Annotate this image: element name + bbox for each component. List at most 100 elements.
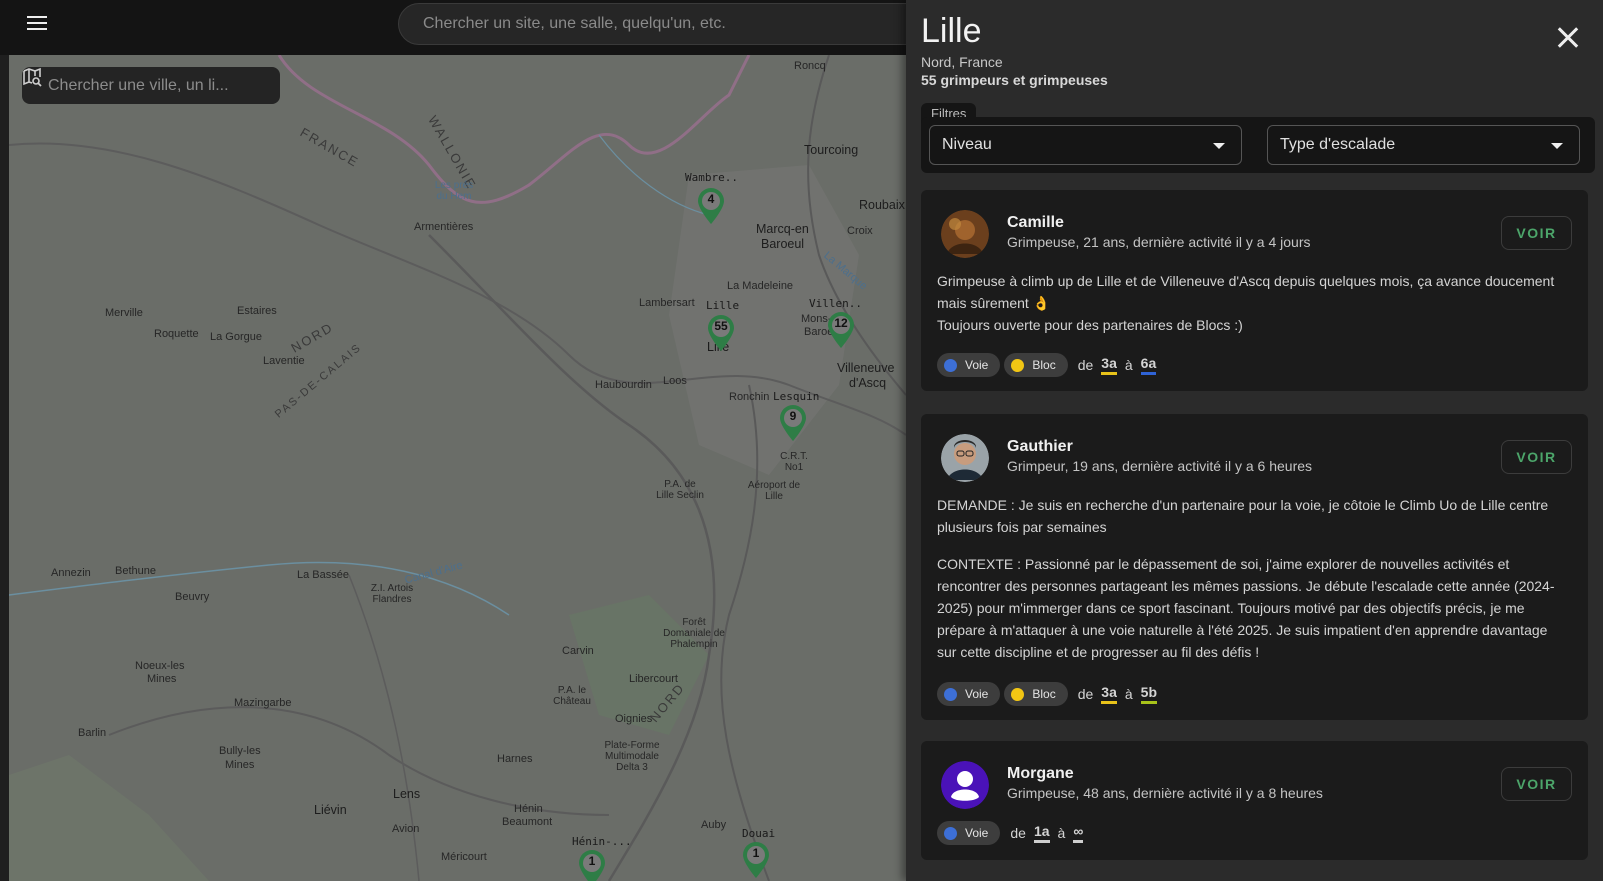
city-search-field[interactable] bbox=[22, 67, 280, 104]
level-to: 6a bbox=[1140, 355, 1157, 375]
climber-card: Morgane Grimpeuse, 48 ans, dernière acti… bbox=[921, 741, 1588, 860]
voir-button[interactable]: VOIR bbox=[1501, 767, 1572, 801]
place-label: Loos bbox=[663, 375, 687, 387]
marker-label: Douai bbox=[742, 827, 776, 840]
map-search-icon bbox=[23, 67, 42, 87]
marker-count: 1 bbox=[588, 854, 596, 868]
place-label: Marcq-en bbox=[756, 222, 809, 236]
range-from-label: de bbox=[1077, 357, 1094, 373]
place-label: La Madeleine bbox=[727, 280, 794, 292]
water-label: Les prés du Hem bbox=[434, 180, 474, 202]
place-label: Lens bbox=[393, 787, 421, 801]
yellow-dot-icon bbox=[1011, 358, 1025, 372]
range-from-label: de bbox=[1010, 825, 1026, 841]
place-label: Haubourdin bbox=[595, 379, 652, 391]
place-label: Noeux-les bbox=[135, 660, 185, 672]
blue-dot-icon bbox=[944, 687, 957, 701]
marker-count: 55 bbox=[714, 319, 728, 333]
marker-count: 4 bbox=[707, 192, 715, 206]
marker-label: Wambre.. bbox=[685, 171, 738, 184]
climber-card: Gauthier Grimpeur, 19 ans, dernière acti… bbox=[921, 414, 1588, 720]
range-to-label: à bbox=[1124, 686, 1133, 702]
marker-count: 12 bbox=[834, 316, 848, 330]
hamburger-menu-icon[interactable] bbox=[24, 12, 50, 34]
default-avatar-icon bbox=[941, 761, 989, 809]
map-marker[interactable]: 4 bbox=[696, 187, 726, 225]
place-label: Libercourt bbox=[629, 673, 678, 685]
place-label: Merville bbox=[105, 307, 143, 319]
map-background bbox=[9, 55, 906, 881]
bloc-chip: Bloc bbox=[1004, 682, 1068, 706]
avatar bbox=[941, 761, 989, 809]
range-from-label: de bbox=[1077, 686, 1094, 702]
climber-meta: Grimpeur, 19 ans, dernière activité il y… bbox=[1007, 458, 1313, 474]
climber-tags: Voie Bloc de 3a à 6a bbox=[937, 353, 1164, 377]
marker-count: 1 bbox=[752, 846, 760, 860]
marker-count: 9 bbox=[789, 409, 797, 423]
place-label: Beuvry bbox=[175, 591, 210, 603]
city-panel: Lille Nord, France 55 grimpeurs et grimp… bbox=[906, 0, 1603, 881]
place-label: Beaumont bbox=[502, 816, 553, 828]
voir-button[interactable]: VOIR bbox=[1501, 216, 1572, 250]
caret-down-icon bbox=[1213, 143, 1225, 149]
place-label: Plate-Forme Multimodale Delta 3 bbox=[604, 740, 660, 773]
avatar bbox=[941, 210, 989, 258]
yellow-dot-icon bbox=[1011, 687, 1025, 701]
place-label: Baroeul bbox=[761, 237, 805, 251]
type-select[interactable]: Type d'escalade bbox=[1267, 125, 1580, 165]
place-label: Roubaix bbox=[859, 198, 905, 212]
climber-name: Gauthier bbox=[1007, 438, 1073, 455]
niveau-select-label: Niveau bbox=[942, 136, 992, 153]
city-search-input[interactable] bbox=[48, 76, 238, 95]
place-label: Bethune bbox=[115, 565, 156, 577]
page-title: Lille bbox=[921, 12, 982, 50]
place-label: Estaires bbox=[237, 305, 277, 317]
voir-button[interactable]: VOIR bbox=[1501, 440, 1572, 474]
voie-chip: Voie bbox=[937, 821, 1001, 845]
place-label: Villeneuve bbox=[837, 361, 895, 375]
level-from: 3a bbox=[1101, 355, 1117, 375]
map-marker[interactable]: 9 bbox=[778, 404, 808, 442]
map-marker[interactable]: 55 bbox=[706, 314, 736, 352]
filters-box: Niveau Type d'escalade bbox=[921, 117, 1595, 173]
place-label: P.A. de Lille Seclin bbox=[656, 479, 704, 501]
marker-label: Lesquin bbox=[773, 390, 820, 403]
type-select-label: Type d'escalade bbox=[1280, 136, 1396, 153]
map-marker[interactable]: 1 bbox=[741, 841, 771, 879]
level-to: 5b bbox=[1140, 684, 1157, 704]
place-label: Z.I. Artois Flandres bbox=[370, 583, 414, 605]
climber-description: Grimpeuse à climb up de Lille et de Vill… bbox=[937, 273, 1555, 311]
place-label: Mines bbox=[225, 759, 255, 771]
voie-chip: Voie bbox=[937, 682, 1001, 706]
place-label: Forêt Domaniale de Phalempin bbox=[663, 617, 725, 650]
climber-description: Toujours ouverte pour des partenaires de… bbox=[937, 317, 1243, 333]
place-label: Méricourt bbox=[441, 851, 487, 863]
climber-tags: Voie Bloc de 3a à 5b bbox=[937, 682, 1165, 706]
place-label: Annezin bbox=[51, 567, 91, 579]
marker-label: Hénin-... bbox=[572, 835, 632, 848]
global-search-input[interactable] bbox=[399, 4, 957, 44]
place-label: Bully-les bbox=[219, 745, 261, 757]
blue-dot-icon bbox=[944, 826, 957, 840]
avatar bbox=[941, 434, 989, 482]
level-from: 3a bbox=[1101, 684, 1117, 704]
place-label: Barlin bbox=[78, 727, 107, 739]
place-label: Croix bbox=[847, 225, 873, 237]
climber-name: Morgane bbox=[1007, 765, 1074, 782]
climber-meta: Grimpeuse, 48 ans, dernière activité il … bbox=[1007, 785, 1323, 801]
place-label: Armentières bbox=[414, 221, 474, 233]
global-search-field[interactable] bbox=[398, 3, 958, 45]
niveau-select[interactable]: Niveau bbox=[929, 125, 1242, 165]
map-marker[interactable]: 12 bbox=[826, 311, 856, 349]
place-label: La Bassée bbox=[297, 569, 349, 581]
place-label: Aéroport de Lille bbox=[747, 480, 801, 502]
climber-name: Camille bbox=[1007, 214, 1064, 231]
map[interactable]: Roncq Tourcoing Roubaix Croix Marcq-en B… bbox=[9, 55, 906, 881]
top-bar bbox=[0, 0, 958, 55]
close-icon[interactable] bbox=[1552, 22, 1584, 54]
place-label: Ronchin bbox=[729, 391, 770, 403]
place-label: Avion bbox=[392, 823, 420, 835]
map-marker[interactable]: 1 bbox=[577, 849, 607, 881]
place-label: Auby bbox=[701, 819, 727, 831]
climber-meta: Grimpeuse, 21 ans, dernière activité il … bbox=[1007, 234, 1311, 250]
